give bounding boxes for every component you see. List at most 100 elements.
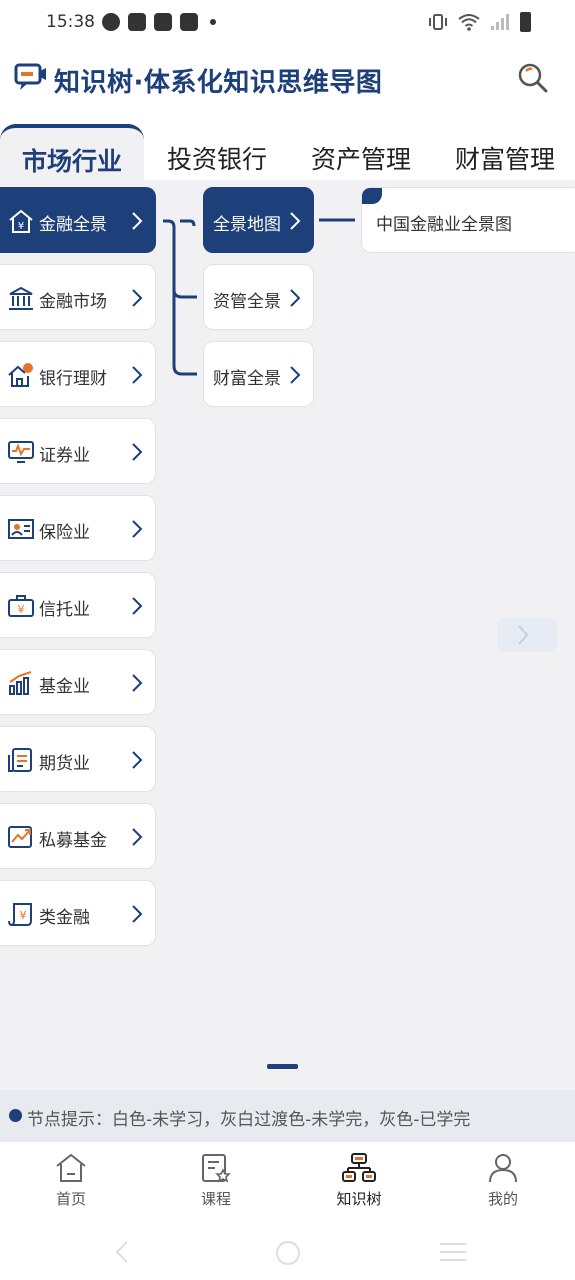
chevron-right-icon xyxy=(132,289,143,307)
vibrate-icon xyxy=(429,14,447,30)
id-card-icon xyxy=(8,519,34,539)
tree-icon xyxy=(342,1153,376,1182)
search-icon[interactable] xyxy=(517,62,549,94)
notification-bag-icon xyxy=(180,13,198,31)
node-financial-market[interactable]: 金融市场 xyxy=(0,264,156,330)
notification-icons xyxy=(102,13,216,31)
chevron-right-icon xyxy=(518,625,529,645)
node-label: 资管全景 xyxy=(213,292,281,312)
node-label: 全景地图 xyxy=(213,215,281,235)
node-trust[interactable]: ¥ 信托业 xyxy=(0,572,156,638)
node-private-fund[interactable]: 私募基金 xyxy=(0,803,156,869)
recents-menu-icon[interactable] xyxy=(439,1242,467,1262)
back-icon[interactable] xyxy=(114,1240,130,1264)
mind-map-canvas[interactable]: ¥ 金融全景 金融市场 银行理财 证券业 保险业 ¥ 信托业 基金业 期货业 私… xyxy=(0,180,575,1090)
node-label: 期货业 xyxy=(39,754,90,774)
category-tabs: 市场行业 投资银行 资产管理 财富管理 xyxy=(0,114,575,180)
notification-bag-icon xyxy=(128,13,146,31)
bank-icon xyxy=(9,286,33,310)
node-label: 中国金融业全景图 xyxy=(376,215,512,235)
node-fund[interactable]: 基金业 xyxy=(0,649,156,715)
node-label: 金融市场 xyxy=(39,292,107,312)
svg-text:¥: ¥ xyxy=(18,603,25,616)
node-label: 银行理财 xyxy=(39,369,107,389)
check-dot-icon xyxy=(9,1109,22,1122)
node-insurance[interactable]: 保险业 xyxy=(0,495,156,561)
node-wealth-panorama[interactable]: 财富全景 xyxy=(203,341,314,407)
profile-icon xyxy=(489,1154,517,1183)
content-flag-icon xyxy=(362,188,382,204)
tab-wealth-management[interactable]: 财富管理 xyxy=(455,140,555,176)
node-legend-hint: 节点提示：白色-未学习，灰白过渡色-未学完，灰色-已学完 xyxy=(0,1090,575,1142)
node-futures[interactable]: 期货业 xyxy=(0,726,156,792)
nav-label: 知识树 xyxy=(336,1190,382,1208)
monitor-chart-icon xyxy=(8,441,34,463)
tab-asset-management[interactable]: 资产管理 xyxy=(311,140,411,176)
node-label: 财富全景 xyxy=(213,369,281,389)
node-securities[interactable]: 证券业 xyxy=(0,418,156,484)
node-label: 信托业 xyxy=(39,600,90,620)
nav-knowledge-tree[interactable]: 知识树 xyxy=(319,1152,399,1222)
chevron-right-icon xyxy=(132,828,143,846)
chevron-right-icon xyxy=(132,597,143,615)
document-list-icon xyxy=(8,748,32,772)
home-icon xyxy=(56,1153,86,1182)
speedometer-icon xyxy=(102,13,120,31)
nav-home[interactable]: 首页 xyxy=(31,1152,111,1222)
chevron-right-icon xyxy=(132,905,143,923)
more-notifications-icon xyxy=(210,19,216,25)
status-bar: 15:38 xyxy=(0,0,575,48)
trend-up-icon xyxy=(8,826,32,848)
bar-chart-up-icon xyxy=(9,671,32,695)
nav-label: 我的 xyxy=(487,1190,518,1208)
chevron-right-icon xyxy=(132,751,143,769)
chevron-right-icon xyxy=(132,443,143,461)
chevron-right-icon xyxy=(290,289,301,307)
node-financial-panorama[interactable]: ¥ 金融全景 xyxy=(0,187,156,253)
chevron-right-icon xyxy=(132,366,143,384)
scroll-yen-icon: ¥ xyxy=(8,903,32,926)
nav-label: 课程 xyxy=(200,1190,231,1208)
status-time: 15:38 xyxy=(46,12,95,32)
house-coin-icon xyxy=(8,363,33,387)
svg-text:¥: ¥ xyxy=(18,221,24,232)
svg-text:¥: ¥ xyxy=(20,909,27,922)
briefcase-yen-icon: ¥ xyxy=(8,595,34,617)
chat-logo-icon xyxy=(14,63,46,90)
nav-label: 首页 xyxy=(55,1190,86,1208)
chevron-right-icon xyxy=(290,212,301,230)
course-icon xyxy=(202,1154,231,1183)
next-level-button[interactable] xyxy=(497,618,557,652)
notification-bag-icon xyxy=(154,13,172,31)
chevron-right-icon xyxy=(290,366,301,384)
chevron-right-icon xyxy=(132,520,143,538)
node-china-finance-map[interactable]: 中国金融业全景图 xyxy=(361,187,575,253)
node-label: 金融全景 xyxy=(39,215,107,235)
home-yen-icon: ¥ xyxy=(9,209,33,233)
node-label: 基金业 xyxy=(39,677,90,697)
scroll-indicator xyxy=(267,1064,298,1069)
wifi-icon xyxy=(458,14,480,31)
node-quasi-finance[interactable]: ¥ 类金融 xyxy=(0,880,156,946)
chevron-right-icon xyxy=(132,212,143,230)
node-asset-mgmt-panorama[interactable]: 资管全景 xyxy=(203,264,314,330)
hint-text: 节点提示：白色-未学习，灰白过渡色-未学完，灰色-已学完 xyxy=(27,1110,471,1130)
chevron-right-icon xyxy=(132,674,143,692)
node-bank-wealth[interactable]: 银行理财 xyxy=(0,341,156,407)
tab-investment-banking[interactable]: 投资银行 xyxy=(167,140,267,176)
app-header: 知识树·体系化知识思维导图 xyxy=(0,48,575,114)
node-label: 私募基金 xyxy=(39,831,107,851)
system-nav-bar xyxy=(0,1226,575,1280)
page-title: 知识树·体系化知识思维导图 xyxy=(54,68,383,98)
nav-course[interactable]: 课程 xyxy=(176,1152,256,1222)
system-status-icons xyxy=(428,12,531,32)
node-panorama-map[interactable]: 全景地图 xyxy=(203,187,314,253)
node-label: 类金融 xyxy=(39,908,90,928)
nav-profile[interactable]: 我的 xyxy=(463,1152,543,1222)
battery-icon xyxy=(520,12,531,32)
bottom-navigation: 首页 课程 知识树 我的 xyxy=(0,1142,575,1226)
home-circle-icon[interactable] xyxy=(275,1240,301,1266)
tab-market-industry[interactable]: 市场行业 xyxy=(0,124,144,180)
node-label: 保险业 xyxy=(39,523,90,543)
signal-icon xyxy=(491,14,509,30)
